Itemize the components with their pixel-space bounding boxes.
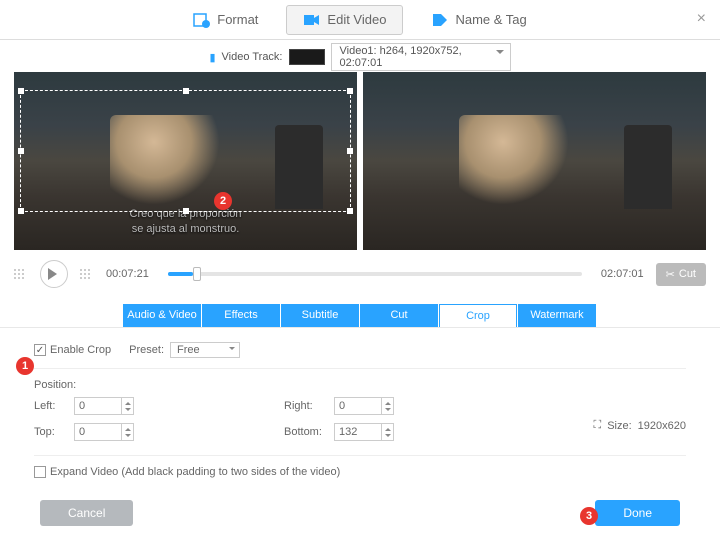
subtab-effects[interactable]: Effects: [202, 304, 280, 327]
subtab-watermark[interactable]: Watermark: [518, 304, 596, 327]
expand-video-checkbox[interactable]: Expand Video (Add black padding to two s…: [34, 466, 340, 478]
bottom-label: Bottom:: [284, 426, 334, 438]
bottom-input[interactable]: 132: [334, 423, 382, 441]
bottom-stepper[interactable]: [382, 423, 394, 441]
original-pane[interactable]: ▷ Original Creo que la proporciónse ajus…: [14, 72, 357, 250]
step-badge-2: 2: [214, 192, 232, 210]
preset-label: Preset:: [129, 344, 164, 356]
cancel-button[interactable]: Cancel: [40, 500, 133, 526]
seek-slider[interactable]: [168, 272, 582, 276]
close-icon[interactable]: ×: [697, 10, 706, 28]
right-label: Right:: [284, 400, 334, 412]
right-stepper[interactable]: [382, 397, 394, 415]
tab-format-label: Format: [217, 12, 258, 27]
done-button[interactable]: Done: [595, 500, 680, 526]
enable-crop-checkbox[interactable]: Enable Crop: [34, 344, 111, 356]
sub-tabs: Audio & Video Effects Subtitle Cut Crop …: [0, 304, 720, 328]
subtab-subtitle[interactable]: Subtitle: [281, 304, 359, 327]
top-input[interactable]: 0: [74, 423, 122, 441]
tab-name-tag-label: Name & Tag: [455, 12, 526, 27]
size-value: 1920x620: [638, 420, 686, 432]
video-track-row: ▮ Video Track: Video1: h264, 1920x752, 0…: [0, 44, 720, 70]
tab-format[interactable]: Format: [177, 6, 274, 34]
top-stepper[interactable]: [122, 423, 134, 441]
top-label: Top:: [34, 426, 74, 438]
position-label: Position:: [34, 379, 686, 391]
top-tabs: Format Edit Video Name & Tag ×: [0, 0, 720, 40]
grip-icon: [80, 264, 94, 284]
left-label: Left:: [34, 400, 74, 412]
tab-edit-video-label: Edit Video: [327, 12, 386, 27]
edit-video-icon: [303, 12, 321, 28]
video-track-thumb: [289, 49, 325, 65]
tab-name-tag[interactable]: Name & Tag: [415, 6, 542, 34]
name-tag-icon: [431, 12, 449, 28]
footer: Cancel Done: [0, 490, 720, 526]
left-input[interactable]: 0: [74, 397, 122, 415]
step-badge-3: 3: [580, 507, 598, 525]
video-track-label: Video Track:: [222, 51, 283, 63]
grip-icon: [14, 264, 28, 284]
total-time: 02:07:01: [594, 268, 644, 280]
tab-edit-video[interactable]: Edit Video: [286, 5, 403, 35]
crop-panel: Enable Crop Preset: Free Position: Left:…: [0, 328, 720, 490]
size-label: Size:: [607, 420, 631, 432]
format-icon: [193, 12, 211, 28]
size-icon: ⛶: [594, 419, 602, 432]
crop-rectangle[interactable]: [20, 90, 351, 212]
subtab-crop[interactable]: Crop: [439, 304, 517, 327]
current-time: 00:07:21: [106, 268, 156, 280]
subtab-audio-video[interactable]: Audio & Video: [123, 304, 201, 327]
play-button[interactable]: [40, 260, 68, 288]
playback-bar: 00:07:21 02:07:01 ✂ Cut: [0, 250, 720, 300]
preset-select[interactable]: Free: [170, 342, 240, 358]
left-stepper[interactable]: [122, 397, 134, 415]
right-input[interactable]: 0: [334, 397, 382, 415]
video-track-select[interactable]: Video1: h264, 1920x752, 02:07:01: [331, 43, 511, 71]
step-badge-1: 1: [16, 357, 34, 375]
preview-pane: Preview 🔍: [363, 72, 706, 250]
cut-button[interactable]: ✂ Cut: [656, 263, 706, 286]
subtab-cut[interactable]: Cut: [360, 304, 438, 327]
